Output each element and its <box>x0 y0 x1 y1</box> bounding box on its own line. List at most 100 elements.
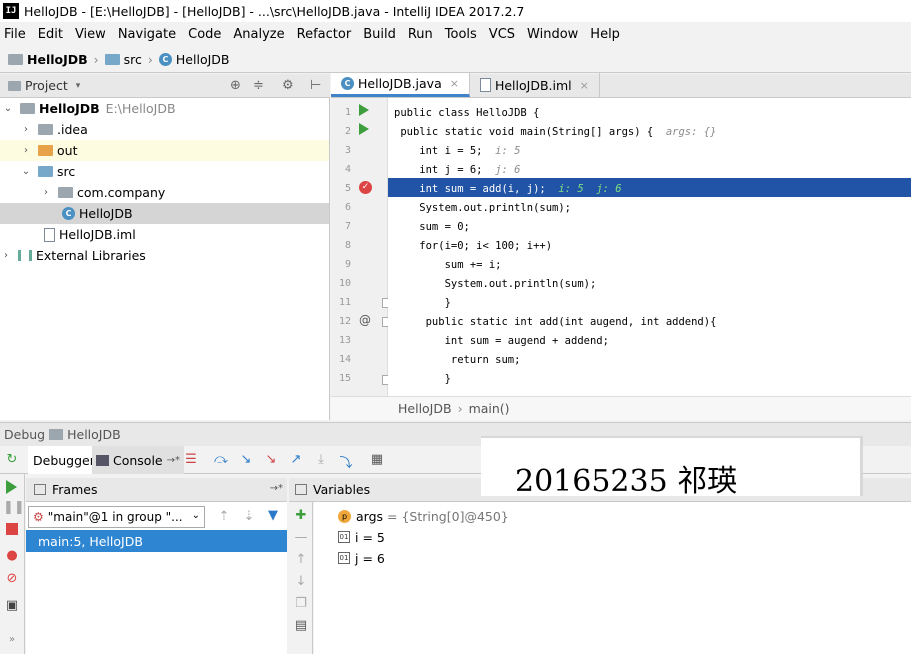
collapse-icon[interactable]: ≑ <box>253 78 264 93</box>
tab-hellojdb-java[interactable]: C HelloJDB.java × <box>331 73 470 97</box>
step-into-icon[interactable]: ↘ <box>237 452 255 467</box>
package-icon <box>58 187 73 198</box>
frame-item[interactable]: main:5, HelloJDB <box>26 530 287 552</box>
thread-selector[interactable]: ⚙ "main"@1 in group "... ⌄ <box>28 506 205 528</box>
close-icon[interactable]: × <box>580 79 589 92</box>
arrow-down-icon[interactable]: ↓ <box>292 574 310 589</box>
dropdown-arrow-icon[interactable]: ▾ <box>76 81 81 91</box>
menu-navigate[interactable]: Navigate <box>118 27 176 42</box>
menu-build[interactable]: Build <box>363 27 396 42</box>
inline-hint: i: 5 j: 6 <box>558 183 622 195</box>
crumb-method[interactable]: main() <box>469 401 510 416</box>
tree-item-label: HelloJDB <box>79 206 133 221</box>
breakpoint-icon[interactable]: ✓ <box>359 181 372 194</box>
code-text: sum = 0; <box>394 221 470 233</box>
menu-refactor[interactable]: Refactor <box>297 27 352 42</box>
editor-breadcrumb: HelloJDB › main() <box>331 396 911 420</box>
watches-icon[interactable]: ▤ <box>292 618 310 633</box>
intellij-logo-icon: IJ <box>3 3 19 19</box>
arrow-down-icon[interactable]: ⇣ <box>240 509 258 524</box>
tree-item-iml[interactable]: HelloJDB.iml <box>0 224 329 245</box>
show-execution-point-icon[interactable]: ☰ <box>182 452 200 467</box>
tree-item-external-libraries[interactable]: › External Libraries <box>0 245 329 266</box>
target-icon[interactable]: ⊕ <box>230 78 241 93</box>
run-to-cursor-icon[interactable]: ⤵ <box>337 452 355 471</box>
tree-item-hellojdb-class[interactable]: C HelloJDB <box>0 203 329 224</box>
menu-code[interactable]: Code <box>188 27 221 42</box>
pause-icon[interactable]: ❚❚ <box>3 500 25 515</box>
line-number: 4 <box>344 164 351 175</box>
pin-icon[interactable]: →* <box>270 483 283 494</box>
class-icon: C <box>62 207 75 220</box>
close-icon[interactable]: × <box>450 77 459 90</box>
menu-view[interactable]: View <box>75 27 106 42</box>
hide-panel-icon[interactable]: ⊢ <box>310 78 321 93</box>
drop-frame-icon[interactable]: ⤓ <box>312 452 330 467</box>
camera-icon[interactable]: ▣ <box>3 598 21 613</box>
expand-more-icon[interactable]: » <box>3 634 21 645</box>
code-editor[interactable]: public class HelloJDB { public static vo… <box>388 98 911 396</box>
tree-item-idea[interactable]: › .idea <box>0 119 329 140</box>
new-watch-icon[interactable]: ✚ <box>292 508 310 523</box>
resume-icon[interactable] <box>6 480 17 494</box>
chevron-right-icon[interactable]: › <box>20 145 32 156</box>
tree-item-path: E:\HelloJDB <box>105 101 176 116</box>
crumb-class[interactable]: HelloJDB <box>398 401 452 416</box>
variable-row[interactable]: 01 j = 6 <box>338 548 385 568</box>
arrow-up-icon[interactable]: ⇡ <box>215 509 233 524</box>
force-step-into-icon[interactable]: ↘ <box>262 452 280 467</box>
code-line: public class HelloJDB { <box>388 104 911 123</box>
tree-item-out[interactable]: › out <box>0 140 329 161</box>
line-number: 14 <box>338 354 351 365</box>
tab-hellojdb-iml[interactable]: HelloJDB.iml × <box>470 73 600 97</box>
tab-console[interactable]: Console →* <box>92 446 185 474</box>
project-panel-title[interactable]: Project <box>25 78 68 93</box>
debug-config-name[interactable]: HelloJDB <box>67 427 121 442</box>
run-icon[interactable] <box>359 104 369 116</box>
override-icon[interactable]: @ <box>359 313 371 327</box>
step-over-icon[interactable]: ⤼ <box>212 452 230 467</box>
breadcrumb-src[interactable]: src <box>124 52 142 67</box>
tree-item-src[interactable]: ⌄ src <box>0 161 329 182</box>
module-folder-icon <box>20 103 35 114</box>
copy-icon[interactable]: ❐ <box>292 596 310 611</box>
arrow-up-icon[interactable]: ↑ <box>292 552 310 567</box>
menu-help[interactable]: Help <box>590 27 620 42</box>
breadcrumb-project[interactable]: HelloJDB <box>27 52 88 67</box>
view-breakpoints-icon[interactable]: ● <box>3 548 21 563</box>
tree-item-com-company[interactable]: › com.company <box>0 182 329 203</box>
menu-window[interactable]: Window <box>527 27 578 42</box>
variable-row[interactable]: p args = {String[0]@450} <box>338 506 509 526</box>
menu-tools[interactable]: Tools <box>445 27 477 42</box>
rerun-icon[interactable]: ↻ <box>3 452 21 467</box>
chevron-right-icon[interactable]: › <box>0 250 12 261</box>
code-line: int j = 6; j: 6 <box>388 161 911 180</box>
code-text: for(i=0; i< 100; i++) <box>394 240 553 252</box>
mute-breakpoints-icon[interactable]: ⊘ <box>3 571 21 586</box>
menu-run[interactable]: Run <box>408 27 433 42</box>
tree-item-hellojdb[interactable]: ⌄ HelloJDB E:\HelloJDB <box>0 98 329 119</box>
menu-analyze[interactable]: Analyze <box>233 27 284 42</box>
tab-debugger[interactable]: Debugger <box>28 446 101 474</box>
evaluate-expression-icon[interactable]: ▦ <box>368 452 386 467</box>
project-tree: ⌄ HelloJDB E:\HelloJDB › .idea › out ⌄ s… <box>0 98 330 420</box>
step-out-icon[interactable]: ↗ <box>287 452 305 467</box>
variable-row[interactable]: 01 i = 5 <box>338 527 385 547</box>
pin-icon[interactable]: →* <box>167 455 180 466</box>
chevron-right-icon[interactable]: › <box>20 124 32 135</box>
remove-watch-icon[interactable]: — <box>292 530 310 545</box>
gear-icon[interactable]: ⚙ <box>282 78 294 93</box>
chevron-down-icon[interactable]: ⌄ <box>20 166 32 177</box>
tab-label: HelloJDB.java <box>358 76 442 91</box>
menu-edit[interactable]: Edit <box>38 27 63 42</box>
folder-icon <box>38 124 53 135</box>
menu-vcs[interactable]: VCS <box>489 27 515 42</box>
filter-icon[interactable]: ▼ <box>264 508 282 523</box>
chevron-down-icon[interactable]: ⌄ <box>2 103 14 114</box>
stop-icon[interactable] <box>6 523 18 535</box>
run-icon[interactable] <box>359 123 369 135</box>
menu-file[interactable]: File <box>4 27 26 42</box>
breadcrumb-class[interactable]: HelloJDB <box>176 52 230 67</box>
menu-bar: File Edit View Navigate Code Analyze Ref… <box>0 22 911 46</box>
chevron-right-icon[interactable]: › <box>40 187 52 198</box>
